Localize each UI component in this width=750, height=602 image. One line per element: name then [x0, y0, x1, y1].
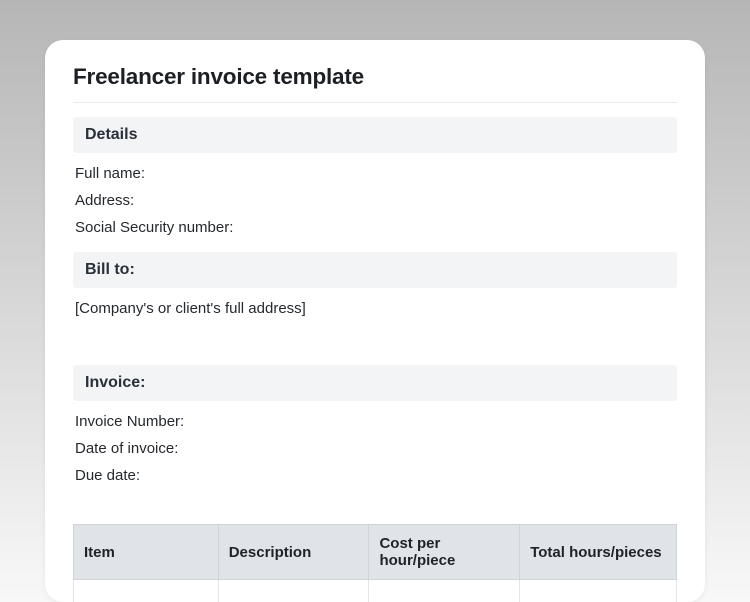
- section-header-invoice: Invoice:: [73, 365, 677, 401]
- items-table: Item Description Cost per hour/piece Tot…: [73, 524, 677, 602]
- col-description: Description: [218, 525, 369, 580]
- field-address: Address:: [75, 192, 675, 209]
- invoice-fields: Invoice Number: Date of invoice: Due dat…: [73, 413, 677, 500]
- section-header-details: Details: [73, 117, 677, 153]
- items-header-row: Item Description Cost per hour/piece Tot…: [74, 525, 677, 580]
- spacer: [73, 500, 677, 524]
- bill-to-placeholder: [Company's or client's full address]: [73, 300, 677, 317]
- field-full-name: Full name:: [75, 165, 675, 182]
- cell-empty: [369, 580, 520, 602]
- col-total: Total hours/pieces: [520, 525, 677, 580]
- page-title: Freelancer invoice template: [73, 64, 677, 90]
- page-backdrop: Freelancer invoice template Details Full…: [0, 0, 750, 602]
- col-cost: Cost per hour/piece: [369, 525, 520, 580]
- title-divider: [73, 102, 677, 103]
- document-sheet: Freelancer invoice template Details Full…: [45, 40, 705, 602]
- spacer: [73, 317, 677, 365]
- field-invoice-number: Invoice Number:: [75, 413, 675, 430]
- field-ssn: Social Security number:: [75, 219, 675, 236]
- cell-empty: [218, 580, 369, 602]
- field-invoice-date: Date of invoice:: [75, 440, 675, 457]
- cell-empty: [74, 580, 219, 602]
- field-due-date: Due date:: [75, 467, 675, 484]
- col-item: Item: [74, 525, 219, 580]
- cell-empty: [520, 580, 677, 602]
- section-header-bill-to: Bill to:: [73, 252, 677, 288]
- table-row: [74, 580, 677, 602]
- details-fields: Full name: Address: Social Security numb…: [73, 165, 677, 252]
